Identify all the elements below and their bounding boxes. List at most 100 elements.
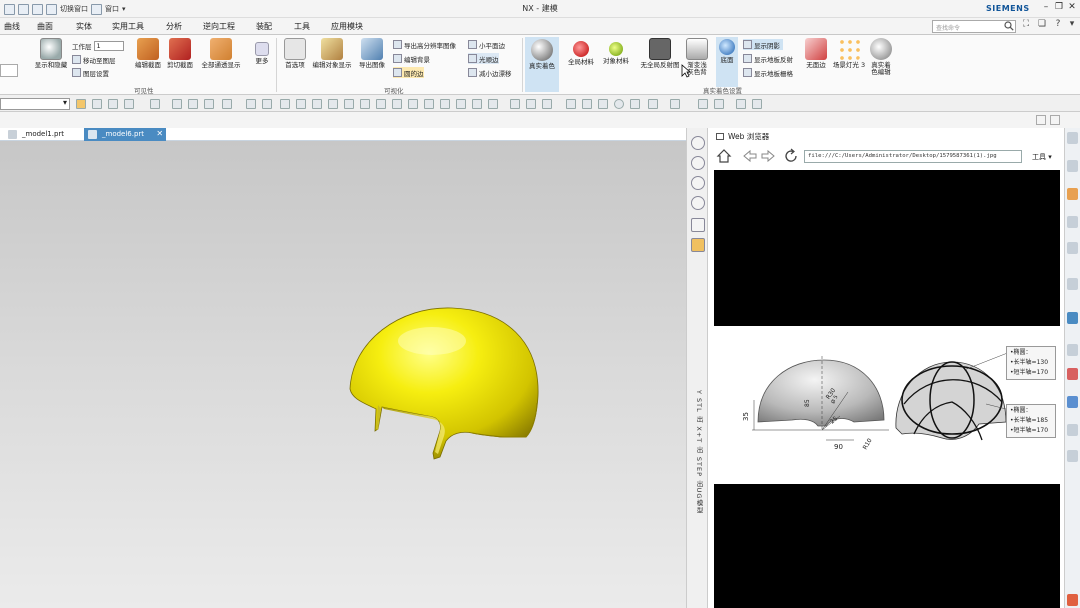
menu-utilities[interactable]: 实用工具: [112, 21, 144, 32]
render-sphere-icon[interactable]: [614, 99, 624, 109]
layer-settings-button[interactable]: 图层设置: [72, 67, 109, 78]
export-image-button[interactable]: 导出图像: [357, 38, 387, 69]
fullscreen-icon[interactable]: ⛶: [1020, 19, 1032, 32]
light-icon[interactable]: [714, 99, 724, 109]
process-studio-icon[interactable]: [1067, 368, 1078, 380]
preferences-button[interactable]: 首选项: [283, 38, 307, 69]
expand-icon[interactable]: [1050, 115, 1060, 125]
endpoint-snap-icon[interactable]: [296, 99, 306, 109]
intersection-snap-icon[interactable]: [344, 99, 354, 109]
close-tab-icon[interactable]: ✕: [156, 129, 163, 138]
no-edges-button[interactable]: 无面边: [803, 38, 829, 69]
midpoint-snap-icon[interactable]: [312, 99, 322, 109]
export-hires-image-button[interactable]: 导出高分辨率图像: [393, 39, 456, 50]
reduce-jaggies-button[interactable]: 减小边漂移: [468, 67, 512, 78]
window-menu-button[interactable]: 窗口: [105, 4, 119, 14]
color-filter-icon[interactable]: [124, 99, 134, 109]
bounded-grid-snap-icon[interactable]: [440, 99, 450, 109]
constraint-navigator-icon[interactable]: [1067, 278, 1078, 290]
tab-model1[interactable]: _model1.prt: [4, 128, 69, 141]
history-clock-icon[interactable]: [1067, 344, 1078, 356]
web-browser-tab-icon[interactable]: [691, 238, 705, 252]
refresh-icon[interactable]: [785, 148, 797, 162]
control-point-snap-icon[interactable]: [328, 99, 338, 109]
menu-analysis[interactable]: 分析: [166, 21, 182, 32]
select-icon[interactable]: [76, 99, 86, 109]
layer-icon[interactable]: [172, 99, 182, 109]
curve-rule-icon[interactable]: [188, 99, 198, 109]
snap-icon[interactable]: [92, 99, 102, 109]
edit-object-display-button[interactable]: 编辑对象显示: [309, 38, 355, 69]
tab-model6[interactable]: _model6.prt ✕: [84, 128, 167, 141]
switch-window-icon[interactable]: [46, 3, 57, 15]
window-restore-icon[interactable]: ❏: [1036, 19, 1048, 32]
palette-icon[interactable]: [1067, 450, 1078, 462]
shaded-with-edges-icon[interactable]: [510, 99, 520, 109]
layout-icon[interactable]: [752, 99, 762, 109]
scene-light-button[interactable]: 场景灯光 3: [831, 38, 867, 69]
undo-icon[interactable]: [32, 3, 43, 15]
url-bar[interactable]: file:///C:/Users/Administrator/Desktop/1…: [804, 150, 1022, 163]
shaded-icon[interactable]: [526, 99, 536, 109]
point-snap-icon[interactable]: [280, 99, 290, 109]
next-page-icon[interactable]: [691, 176, 705, 190]
filter-icon[interactable]: [108, 99, 118, 109]
menu-surface[interactable]: 曲面: [37, 21, 53, 32]
restore-icon[interactable]: ❐: [1053, 2, 1065, 15]
quadrant-snap-icon[interactable]: [376, 99, 386, 109]
type-filter-dropdown[interactable]: ▾: [0, 98, 70, 110]
object-material-button[interactable]: 对象材料: [600, 38, 632, 65]
camera-icon[interactable]: [698, 99, 708, 109]
assembly-filter-icon[interactable]: [222, 99, 232, 109]
last-page-icon[interactable]: [691, 196, 705, 210]
history-icon[interactable]: [691, 218, 705, 232]
back-icon[interactable]: [743, 149, 757, 163]
group-icon[interactable]: [150, 99, 160, 109]
menu-tools[interactable]: 工具: [294, 21, 310, 32]
hidden-edges-icon[interactable]: [582, 99, 592, 109]
wireframe-icon[interactable]: [542, 99, 552, 109]
true-shading-editor-button[interactable]: 真实着 色编辑: [868, 38, 894, 76]
point-on-face-snap-icon[interactable]: [424, 99, 434, 109]
helmet-model[interactable]: [0, 141, 686, 608]
view-triad-icon[interactable]: [648, 99, 658, 109]
no-global-reflection-button[interactable]: 无全局反射图: [637, 38, 683, 69]
true-shading-button[interactable]: 真实着色: [525, 37, 559, 92]
edit-background-button[interactable]: 编辑背景: [393, 53, 430, 64]
notification-icon[interactable]: [1067, 594, 1078, 606]
all-pass-display-button[interactable]: 全部通透显示: [198, 38, 244, 69]
system-scene-icon[interactable]: [1067, 424, 1078, 436]
web-browser-icon[interactable]: [1067, 312, 1078, 324]
pole-snap-icon[interactable]: [456, 99, 466, 109]
work-layer-input[interactable]: 1: [93, 40, 124, 51]
point-on-curve-snap-icon[interactable]: [408, 99, 418, 109]
ribbon-options-icon[interactable]: ▾: [1066, 19, 1078, 32]
face-analysis-icon[interactable]: [630, 99, 640, 109]
selection-filter-field[interactable]: [0, 64, 18, 77]
studio-icon[interactable]: [598, 99, 608, 109]
part-navigator-icon[interactable]: [1067, 188, 1078, 200]
menu-application[interactable]: 应用模块: [331, 21, 363, 32]
floor-button[interactable]: 底面: [716, 37, 738, 87]
show-floor-reflection-button[interactable]: 显示地板反射: [743, 53, 793, 64]
body-select-icon[interactable]: [246, 99, 256, 109]
centerline-snap-icon[interactable]: [472, 99, 482, 109]
pin-icon[interactable]: [1036, 115, 1046, 125]
move-to-layer-button[interactable]: 移动至图层: [72, 54, 116, 65]
show-hide-button[interactable]: 显示和隐藏: [32, 38, 70, 69]
screenshot-icon[interactable]: [736, 99, 746, 109]
first-page-icon[interactable]: [691, 136, 705, 150]
role-icon[interactable]: [1067, 396, 1078, 408]
edit-section-button[interactable]: 编辑截面: [132, 38, 164, 69]
help-icon[interactable]: ?: [1052, 19, 1064, 32]
browser-tools-menu[interactable]: 工具 ▾: [1032, 152, 1052, 162]
reuse-library-icon[interactable]: [1067, 216, 1078, 228]
show-shadow-button[interactable]: 显示阴影: [743, 39, 783, 50]
close-icon[interactable]: ✕: [1066, 2, 1078, 15]
snap-view-icon[interactable]: [670, 99, 680, 109]
previous-page-icon[interactable]: [691, 156, 705, 170]
assembly-navigator-icon[interactable]: [1067, 160, 1078, 172]
menu-curve[interactable]: 曲线: [4, 21, 20, 32]
graphics-viewport[interactable]: [0, 141, 686, 608]
feature-select-icon[interactable]: [262, 99, 272, 109]
